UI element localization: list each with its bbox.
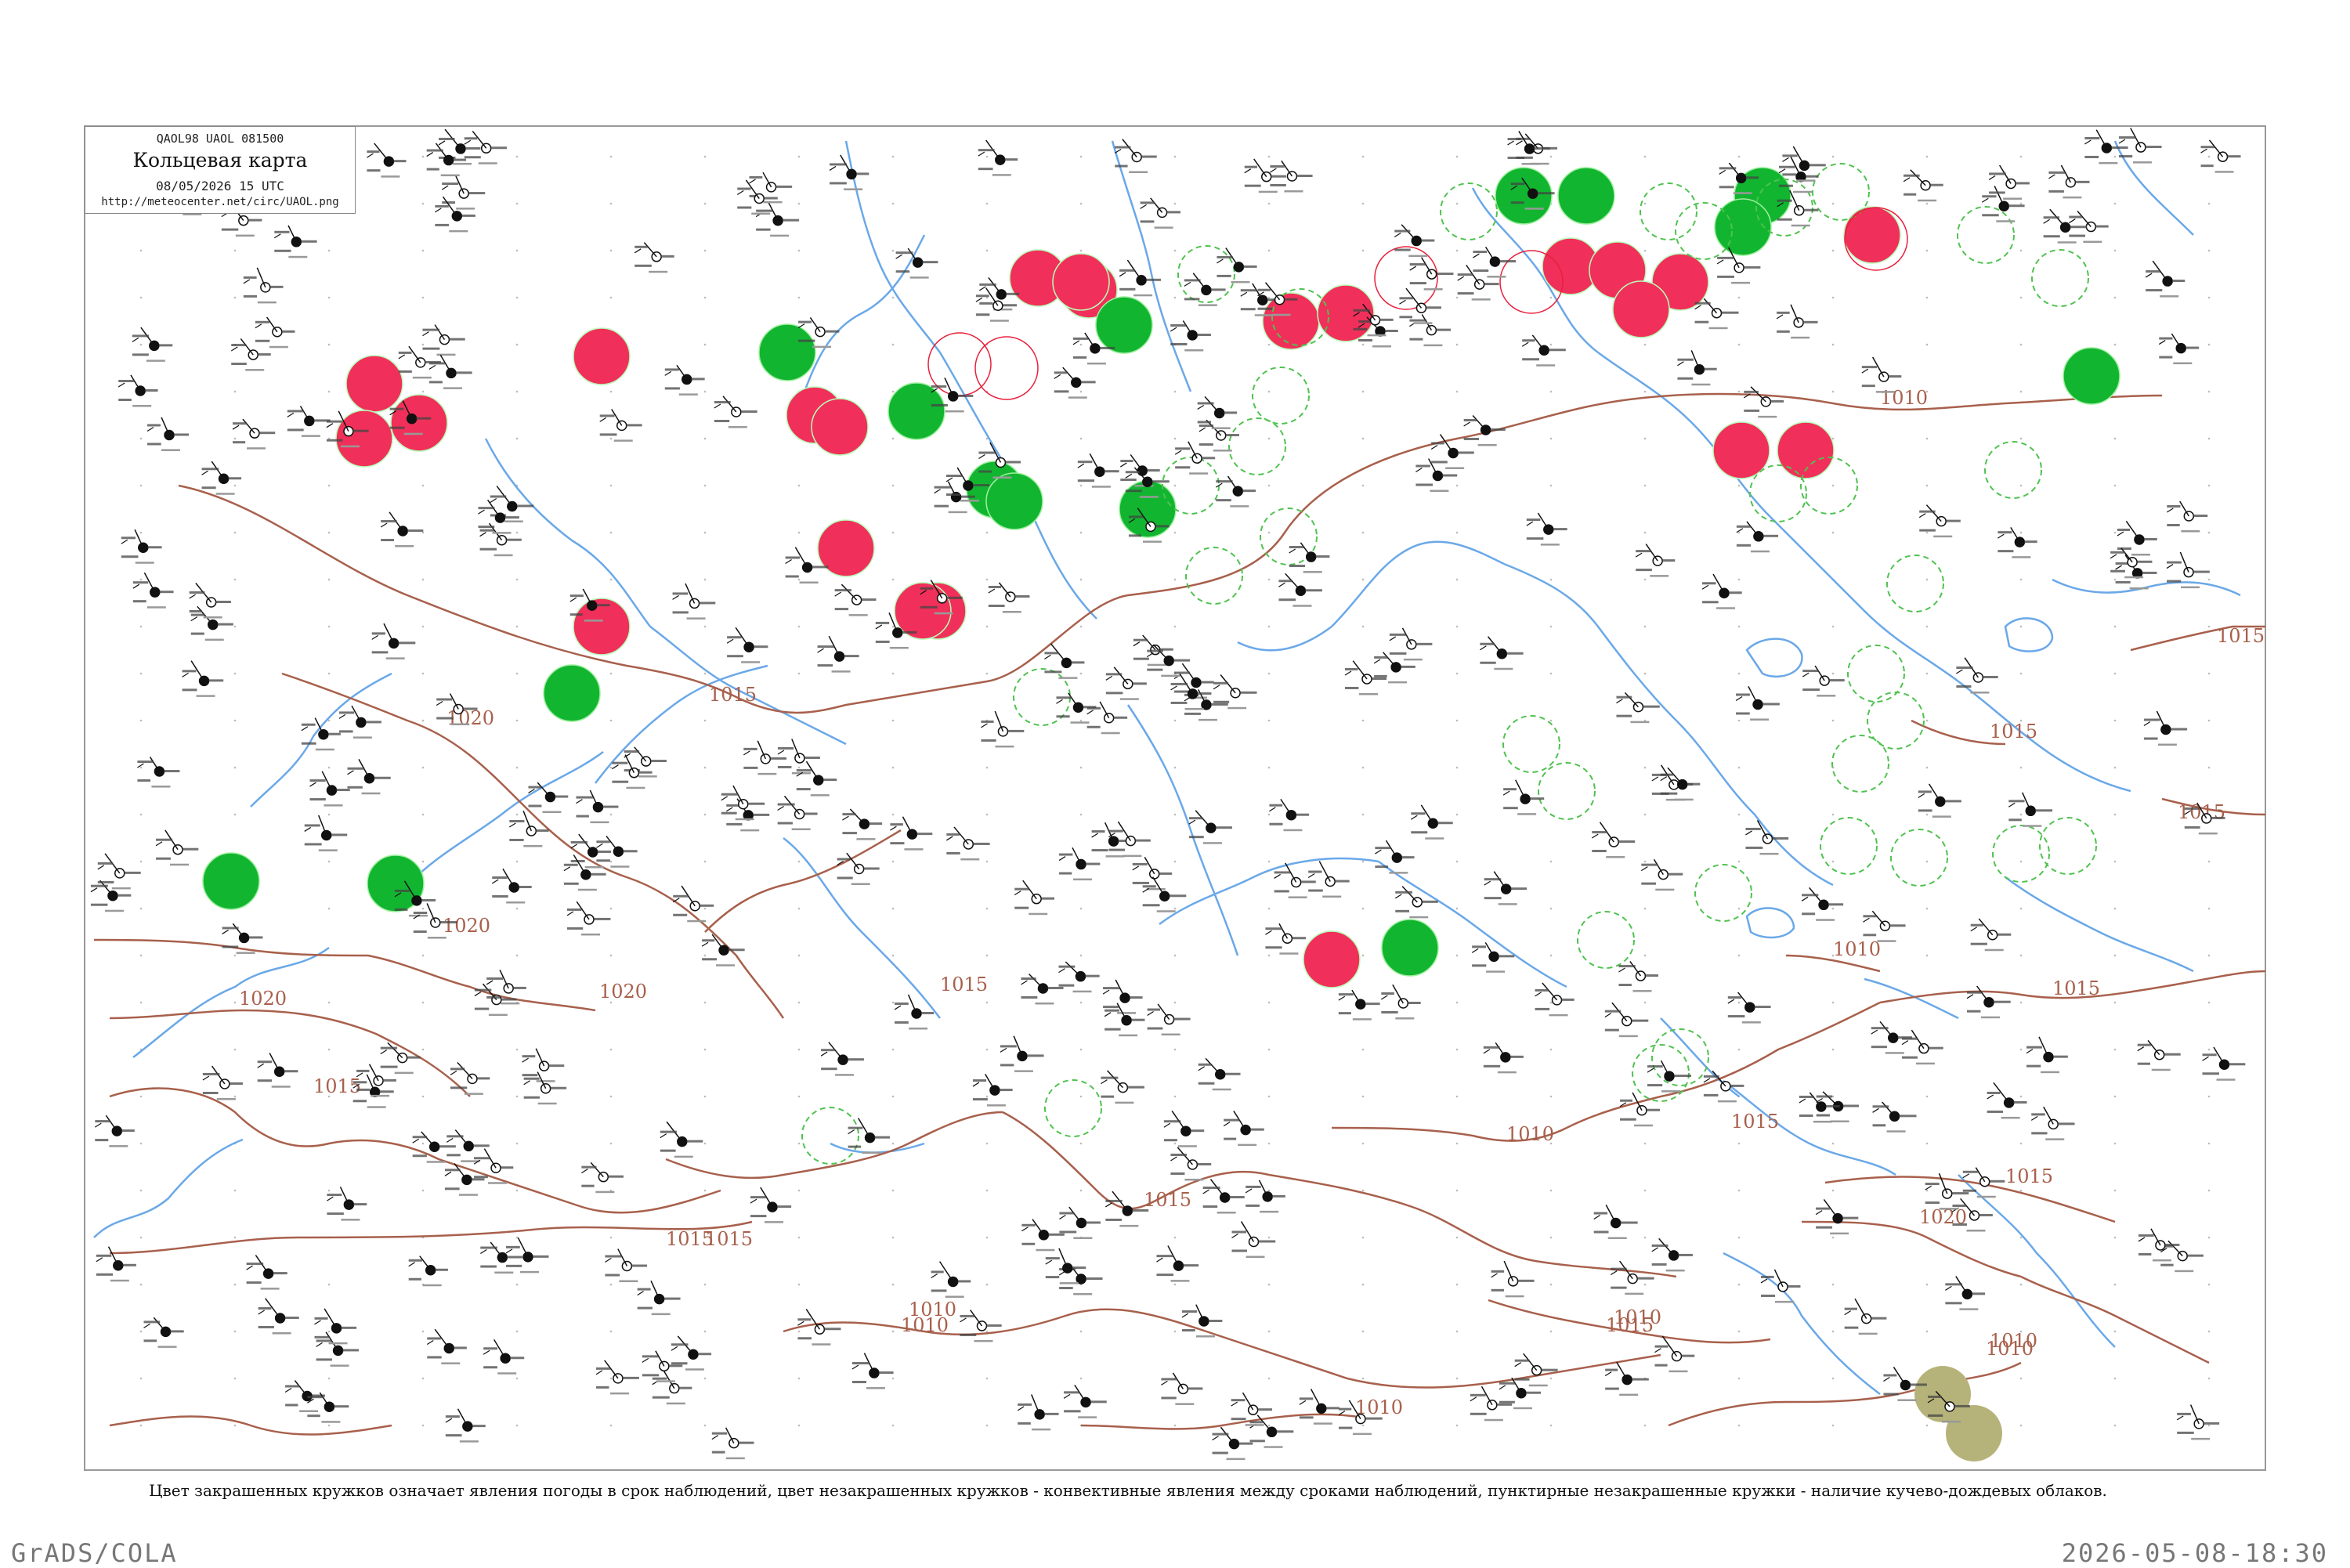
- shower-station-marker: [758, 323, 816, 381]
- isobar-label: 1015: [1731, 1111, 1779, 1133]
- isobar-label: 1015: [2217, 625, 2265, 647]
- shower-station-marker: [1557, 167, 1615, 225]
- footer-software: GrADS/COLA: [11, 1538, 178, 1568]
- isobar-label: 1010: [909, 1299, 956, 1321]
- isobar-label: 1010: [1880, 387, 1928, 409]
- isobar-label: 1020: [599, 981, 647, 1003]
- isobar-label: 1010: [1833, 938, 1881, 960]
- legend-date: 08/05/2026 15 UTC: [156, 179, 284, 193]
- shower-station-marker: [1495, 167, 1553, 225]
- rain-station-marker: [345, 355, 403, 413]
- isobar-label: 1020: [443, 915, 490, 937]
- isobar-label: 1015: [1144, 1189, 1191, 1211]
- legend-title: Кольцевая карта: [132, 149, 308, 172]
- isobar-label: 1015: [705, 1228, 753, 1250]
- isobar-label: 1015: [1990, 721, 2037, 742]
- dust-station-marker: [1946, 1405, 2002, 1461]
- rain-station-marker: [811, 398, 869, 456]
- shower-station-marker: [202, 852, 260, 910]
- shower-station-marker: [1381, 919, 1439, 977]
- isobar-label: 1015: [2005, 1165, 2053, 1187]
- synoptic-map: 1015102010201020 102010151015101510101010…: [84, 125, 2266, 1471]
- shower-station-marker: [1095, 296, 1153, 354]
- rain-station-marker: [894, 582, 952, 640]
- rain-station-marker: [335, 410, 393, 468]
- rain-station-marker: [573, 327, 631, 385]
- rain-station-marker: [1262, 292, 1320, 350]
- rain-station-marker: [1052, 253, 1110, 311]
- isobar-label: 1015: [313, 1075, 361, 1097]
- isobar-label: 1010: [1986, 1338, 2034, 1360]
- map-caption: Цвет закрашенных кружков означает явлени…: [149, 1481, 2107, 1500]
- isobar-label: 1010: [1506, 1123, 1554, 1145]
- isobar-label: 1015: [940, 974, 988, 995]
- rain-station-marker: [1303, 930, 1361, 988]
- rain-station-marker: [1317, 284, 1375, 342]
- isobar-label: 1020: [239, 988, 287, 1010]
- shower-station-marker: [985, 472, 1043, 530]
- isobar-label: 1015: [709, 684, 757, 706]
- shower-station-marker: [1714, 198, 1772, 256]
- isobar-label: 1015: [1606, 1314, 1654, 1336]
- rain-station-marker: [1843, 206, 1901, 264]
- legend-code-line: QAOL98 UAOL 081500: [156, 132, 284, 146]
- shower-station-marker: [543, 664, 601, 722]
- legend-url: http://meteocenter.net/circ/UAOL.png: [101, 196, 339, 208]
- isobar-label: 1015: [2052, 977, 2100, 999]
- rain-station-marker: [390, 394, 448, 452]
- rain-station-marker: [1612, 280, 1670, 338]
- rain-station-marker: [573, 598, 631, 656]
- footer-timestamp: 2026-05-08-18:30: [2061, 1538, 2328, 1568]
- shower-station-marker: [2063, 347, 2120, 405]
- map-legend: QAOL98 UAOL 081500 Кольцевая карта 08/05…: [85, 126, 356, 214]
- shower-station-marker: [888, 382, 945, 440]
